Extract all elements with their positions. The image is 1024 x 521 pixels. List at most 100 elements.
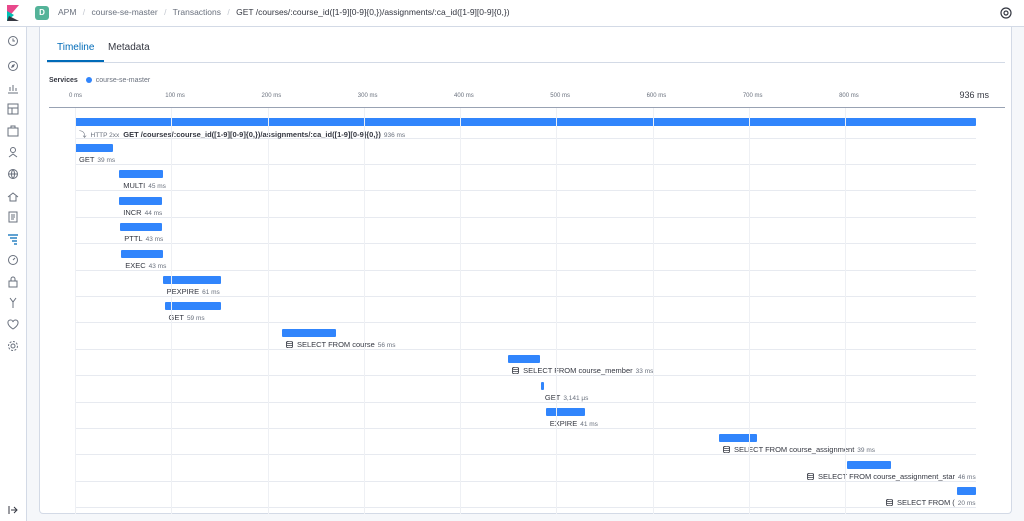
span-label: MULTI 45 ms — [123, 181, 166, 190]
span-label: SELECT FROM course 56 ms — [285, 340, 395, 349]
timeline-total-duration: 936 ms — [959, 90, 989, 100]
span-label: SELECT FROM course_assignment_star 46 ms — [807, 472, 976, 481]
discover-compass-icon[interactable] — [7, 59, 19, 71]
transaction-duration: 936 ms — [383, 132, 406, 139]
timeline-gridline — [748, 108, 750, 514]
dashboard-icon[interactable] — [7, 102, 19, 115]
span-name: SELECT FROM course_assignment — [733, 445, 855, 455]
globe-icon[interactable] — [7, 167, 19, 179]
monitoring-icon[interactable] — [7, 318, 19, 330]
span-duration-bar[interactable] — [540, 381, 544, 390]
maps-icon[interactable] — [7, 145, 19, 158]
span-duration-bar[interactable] — [75, 144, 113, 152]
span-duration: 20 ms — [957, 500, 976, 508]
span-label: SELECT FROM course_assignment 39 ms — [723, 445, 875, 454]
database-icon — [285, 340, 297, 349]
span-duration: 46 ms — [958, 473, 976, 481]
transaction-row[interactable]: ⤵ HTTP 2xx GET /courses/:course_id([1-9][0… — [75, 113, 976, 139]
space-avatar[interactable]: D — [35, 6, 49, 20]
timeline-axis-line — [49, 107, 1005, 108]
apm-icon[interactable] — [7, 232, 19, 245]
breadcrumb: APM / course-se-master / Transactions / … — [58, 7, 510, 17]
span-name: MULTI — [123, 181, 146, 191]
transaction-name: GET /courses/:course_id([1-9][0-9]{0,})/… — [123, 130, 381, 139]
span-row[interactable]: GET 39 ms — [75, 139, 976, 165]
side-navigation — [0, 27, 27, 521]
axis-tick-label: 0 ms — [69, 93, 83, 99]
timeline-gridline — [845, 108, 847, 514]
visualize-icon[interactable] — [7, 81, 19, 94]
breadcrumb-apm[interactable]: APM — [58, 7, 76, 17]
axis-tick-label: 400 ms — [454, 93, 474, 99]
span-row[interactable]: MULTI 45 ms — [75, 165, 976, 192]
database-icon — [807, 472, 818, 481]
span-row[interactable]: SELECT FROM (20 ms — [75, 482, 976, 509]
database-icon — [723, 445, 734, 454]
span-row[interactable]: EXPIRE 41 ms — [75, 403, 976, 429]
span-name: SELECT FROM course_assignment_star — [818, 471, 955, 481]
span-duration-bar[interactable] — [545, 408, 586, 416]
kibana-logo-icon[interactable] — [6, 5, 20, 21]
span-duration-bar[interactable] — [956, 487, 976, 496]
axis-tick-label: 200 ms — [261, 93, 282, 99]
service-color-dot — [85, 77, 92, 83]
span-row[interactable]: SELECT FROM course_assignment 39 ms — [75, 429, 976, 456]
management-gear-icon[interactable] — [7, 339, 19, 351]
span-duration: 41 ms — [580, 421, 598, 428]
span-row[interactable]: SELECT FROM course 56 ms — [75, 324, 976, 350]
span-row[interactable]: PEXPIRE 61 ms — [75, 271, 976, 297]
axis-tick-label: 600 ms — [646, 93, 667, 99]
span-duration: 44 ms — [144, 209, 163, 217]
database-icon — [512, 366, 523, 375]
timeline-gridline — [75, 108, 76, 514]
span-duration-bar[interactable] — [119, 196, 162, 205]
span-label: SELECT FROM (20 ms — [886, 498, 976, 507]
axis-tick-label: 500 ms — [550, 93, 570, 99]
span-row[interactable]: GET 3,141 µs — [75, 377, 976, 403]
logs-icon[interactable] — [7, 210, 19, 223]
span-duration-bar[interactable] — [121, 249, 163, 258]
status-code: HTTP 2xx — [90, 132, 120, 139]
transaction-detail-panel: Timeline Metadata Services course-se-mas… — [39, 27, 1012, 514]
span-duration-bar[interactable] — [508, 355, 540, 364]
span-row[interactable]: GET 59 ms — [75, 297, 976, 324]
dev-tools-icon[interactable] — [7, 296, 19, 308]
span-duration: 43 ms — [145, 236, 164, 244]
span-duration-bar[interactable] — [281, 328, 336, 337]
axis-tick-label: 300 ms — [357, 93, 378, 99]
timeline-gridline — [460, 108, 462, 514]
services-legend: Services course-se-master — [49, 77, 150, 84]
canvas-icon[interactable] — [7, 124, 19, 137]
span-duration-bar[interactable] — [718, 434, 757, 443]
breadcrumb-transactions[interactable]: Transactions — [173, 7, 221, 17]
breadcrumb-service[interactable]: course-se-master — [92, 7, 158, 17]
span-duration-bar[interactable] — [847, 460, 892, 469]
breadcrumb-transaction-name: GET /courses/:course_id([1-9][0-9]{0,})/… — [236, 7, 510, 17]
span-duration-bar[interactable] — [164, 302, 222, 311]
help-menu-icon[interactable] — [1000, 7, 1012, 19]
tab-metadata[interactable]: Metadata — [108, 36, 150, 62]
span-row[interactable]: SELECT FROM course_member 33 ms — [75, 350, 976, 377]
uptime-icon[interactable] — [7, 253, 19, 265]
span-name: GET — [79, 155, 95, 164]
span-duration-bar[interactable] — [120, 223, 162, 232]
infrastructure-icon[interactable] — [7, 189, 19, 202]
tab-timeline[interactable]: Timeline — [47, 36, 105, 62]
transaction-duration-bar[interactable] — [75, 118, 976, 126]
transaction-expand-icon[interactable]: ⤵ — [79, 130, 87, 139]
span-name: SELECT FROM course_member — [523, 366, 633, 376]
collapse-nav-icon[interactable] — [8, 505, 18, 515]
span-label: SELECT FROM course_member 33 ms — [512, 366, 653, 375]
span-row[interactable]: PTTL 43 ms — [75, 218, 976, 245]
tab-divider — [47, 62, 1005, 63]
siem-lock-icon[interactable] — [7, 275, 19, 288]
span-row[interactable]: SELECT FROM course_assignment_star 46 ms — [75, 456, 976, 482]
span-row[interactable]: EXEC 43 ms — [75, 245, 976, 271]
span-label: GET 59 ms — [169, 313, 205, 322]
axis-tick-label: 100 ms — [165, 93, 185, 99]
span-duration-bar[interactable] — [119, 170, 163, 179]
span-row[interactable]: INCR 44 ms — [75, 192, 976, 218]
recently-viewed-icon[interactable] — [7, 34, 19, 46]
span-duration: 3,141 µs — [563, 394, 589, 402]
axis-tick-label: 700 ms — [742, 93, 763, 99]
